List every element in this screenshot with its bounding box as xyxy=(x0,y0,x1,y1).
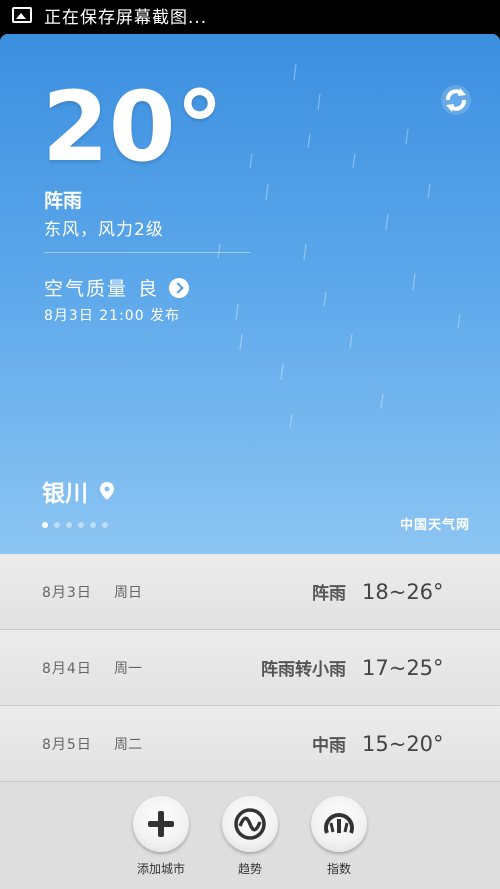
forecast-temp-range: 17~25° xyxy=(362,655,444,680)
brand-label: 中国天气网 xyxy=(399,518,470,533)
status-bar: 正在保存屏幕截图... xyxy=(0,0,500,30)
image-icon xyxy=(12,7,32,23)
add-city-label: 添加城市 xyxy=(136,862,185,876)
trend-wave-icon xyxy=(234,808,266,840)
chevron-right-icon xyxy=(169,277,190,298)
weather-card: 20° 阵雨 东风，风力2级 空气质量 良 8月3日 21:00 发布 银川 中… xyxy=(0,34,500,889)
page-dot xyxy=(54,522,60,528)
forecast-row[interactable]: 8月4日 周一 阵雨转小雨 17~25° xyxy=(0,630,500,706)
gauge-icon xyxy=(324,813,354,834)
forecast-weather: 中雨 xyxy=(312,736,346,756)
wind-info: 东风，风力2级 xyxy=(44,220,164,240)
page-dot xyxy=(78,522,84,528)
index-circle[interactable] xyxy=(311,796,367,852)
forecast-date: 8月4日 xyxy=(42,660,92,677)
publish-time: 8月3日 21:00 发布 xyxy=(44,308,181,324)
page-dot xyxy=(42,522,48,528)
city-name: 银川 xyxy=(42,481,88,507)
current-weather-panel[interactable]: 20° 阵雨 东风，风力2级 空气质量 良 8月3日 21:00 发布 银川 中… xyxy=(0,34,500,554)
add-city-button[interactable]: 添加城市 xyxy=(132,796,190,877)
air-quality-link[interactable]: 空气质量 良 xyxy=(44,274,190,301)
forecast-weekday: 周二 xyxy=(114,736,142,753)
refresh-icon[interactable] xyxy=(440,84,472,116)
air-quality-label: 空气质量 xyxy=(44,278,129,300)
trend-circle[interactable] xyxy=(222,796,278,852)
forecast-list: 8月3日 周日 阵雨 18~26° 8月4日 周一 阵雨转小雨 17~25° 8… xyxy=(0,554,500,782)
forecast-temp-range: 18~26° xyxy=(362,579,444,604)
page-dot xyxy=(102,522,108,528)
trend-label: 趋势 xyxy=(237,862,262,876)
bottom-toolbar: 添加城市 趋势 指数 xyxy=(0,782,500,889)
status-text: 正在保存屏幕截图... xyxy=(44,7,208,28)
index-button[interactable]: 指数 xyxy=(310,796,368,877)
forecast-weekday: 周一 xyxy=(114,660,142,677)
location-pin-icon xyxy=(100,482,114,500)
forecast-row[interactable]: 8月5日 周二 中雨 15~20° xyxy=(0,706,500,782)
page-dot xyxy=(90,522,96,528)
page-dot xyxy=(66,522,72,528)
forecast-weather: 阵雨转小雨 xyxy=(261,660,346,680)
forecast-row[interactable]: 8月3日 周日 阵雨 18~26° xyxy=(0,554,500,630)
air-quality-value: 良 xyxy=(138,278,160,300)
add-city-circle[interactable] xyxy=(133,796,189,852)
divider xyxy=(44,252,250,253)
trend-button[interactable]: 趋势 xyxy=(221,796,279,877)
current-temperature: 20° xyxy=(42,71,224,183)
forecast-date: 8月3日 xyxy=(42,584,92,601)
city-selector[interactable]: 银川 xyxy=(42,474,114,508)
page-indicator xyxy=(42,522,108,528)
forecast-weekday: 周日 xyxy=(114,584,142,601)
weather-condition: 阵雨 xyxy=(44,190,83,212)
plus-icon xyxy=(148,811,174,837)
forecast-weather: 阵雨 xyxy=(312,584,346,604)
forecast-date: 8月5日 xyxy=(42,736,92,753)
index-label: 指数 xyxy=(326,862,351,876)
forecast-temp-range: 15~20° xyxy=(362,731,444,756)
